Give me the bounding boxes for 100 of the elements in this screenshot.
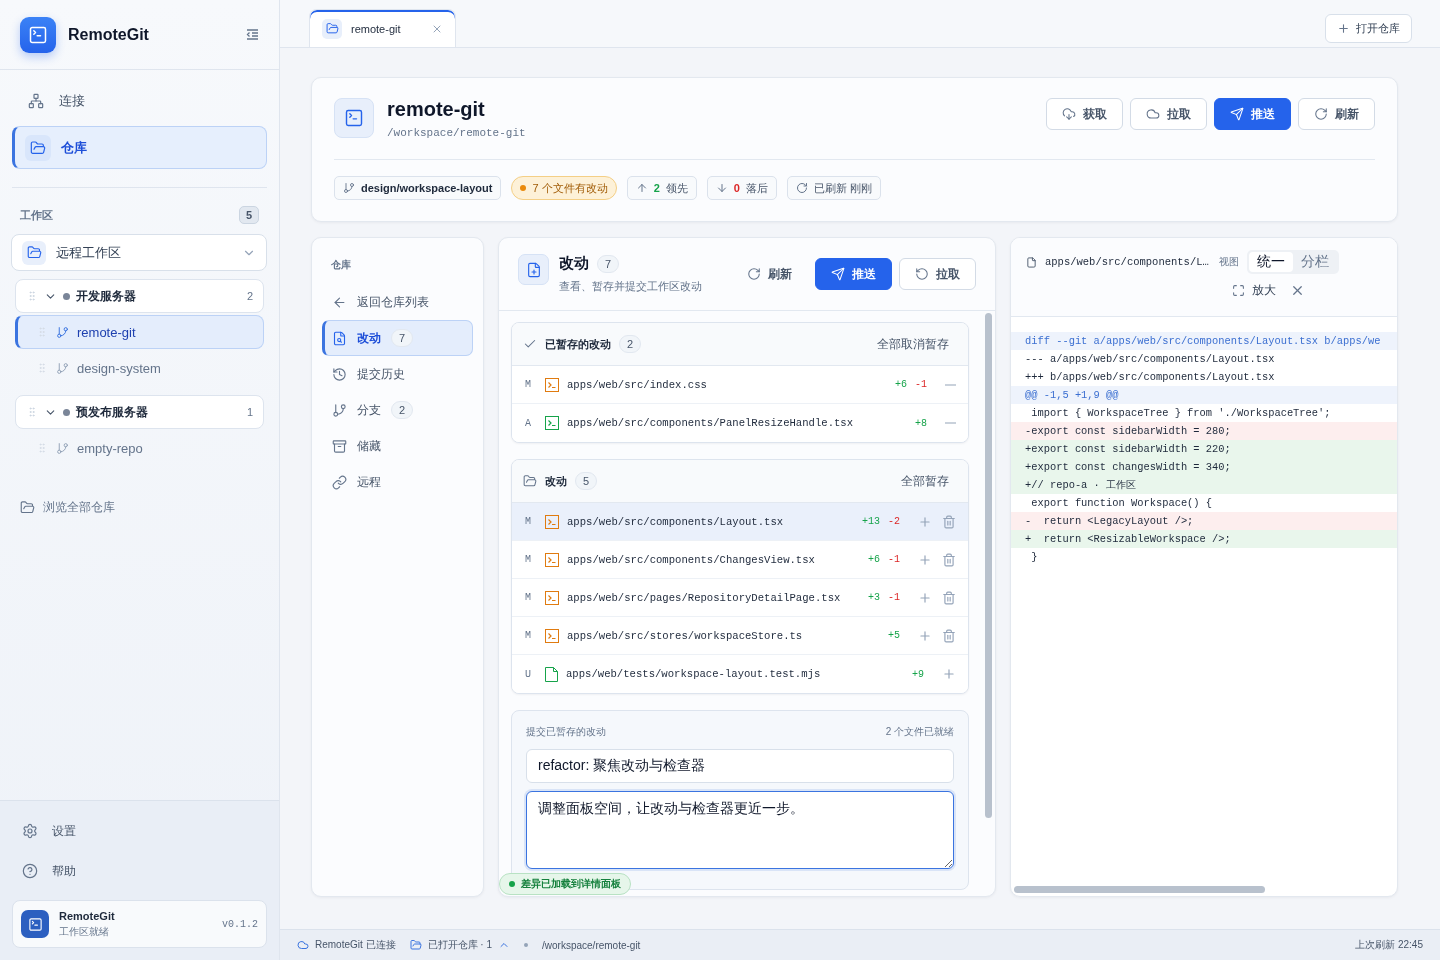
changes-action-button[interactable]: 推送 (815, 258, 892, 290)
trash-icon[interactable] (942, 628, 956, 643)
section-action-link[interactable]: 全部取消暂存 (877, 335, 949, 353)
folder-icon (26, 245, 42, 260)
branch-chip: design/workspace-layout (334, 176, 502, 200)
drag-handle-icon[interactable] (36, 362, 48, 374)
sidebar-footer-link[interactable]: 帮助 (12, 851, 267, 891)
sidebar-footer-link[interactable]: 设置 (12, 811, 267, 851)
app-logo (21, 910, 49, 938)
drag-handle-icon[interactable] (26, 406, 38, 418)
stage-plus-icon[interactable] (918, 514, 932, 529)
trash-icon[interactable] (942, 514, 956, 529)
drag-handle-icon[interactable] (36, 442, 48, 454)
file-status: M (525, 554, 532, 565)
open-repo-button[interactable]: 打开仓库 (1325, 14, 1412, 43)
view-toggle[interactable]: 统一 (1248, 252, 1293, 272)
repo-item[interactable]: empty-repo (15, 431, 264, 465)
commit-description-field[interactable]: 调整面板空间，让改动与检查器更近一步。 (526, 791, 954, 869)
repo-action-button[interactable]: 拉取 (1130, 98, 1207, 130)
scrollbar[interactable] (1014, 886, 1265, 893)
file-row[interactable]: M apps/web/src/stores/workspaceStore.ts +5 (512, 617, 968, 655)
count-badge: 7 (597, 254, 620, 273)
file-path: apps/web/src/index.css (567, 378, 708, 391)
open-repos-status[interactable]: 已打开仓库 · 1 (409, 938, 511, 952)
file-plus-icon (518, 254, 549, 285)
count-badge: 5 (238, 206, 259, 224)
unstage-minus-icon[interactable] (945, 422, 956, 424)
sidebar-nav-item[interactable]: 仓库 (12, 126, 267, 169)
repo-nav-item[interactable]: 储藏 (322, 428, 473, 464)
scrollbar[interactable] (985, 313, 992, 818)
repo-title: remote-git (387, 98, 486, 121)
commit-summary-field[interactable]: refactor: 聚焦改动与检查器 (526, 749, 954, 783)
repo-tab[interactable]: remote-git (309, 9, 456, 47)
repo-nav-item[interactable]: 分支 2 (322, 392, 473, 428)
file-row[interactable]: A apps/web/src/components/PanelResizeHandle.tsx +8 (512, 404, 968, 442)
file-path: apps/web/src/pages/RepositoryDetailPage.tsx (567, 591, 842, 604)
count-badge: 2 (619, 335, 642, 353)
repo-action-button[interactable]: 获取 (1046, 98, 1123, 130)
folder-icon (325, 22, 339, 35)
sidebar-nav-item[interactable]: 连接 (12, 84, 267, 118)
cloud-icon (297, 939, 309, 951)
server-group-row[interactable]: 预发布服务器 1 (15, 395, 264, 429)
ready-count: 2 个文件已就绪 (885, 725, 954, 739)
branch-icon (56, 325, 69, 339)
repo-action-button[interactable]: 刷新 (1298, 98, 1375, 130)
file-icon (1026, 256, 1037, 268)
last-refreshed: 上次刷新 22:45 (1355, 938, 1423, 952)
repo-nav-item[interactable]: 返回仓库列表 (322, 284, 473, 320)
file-search-icon (332, 330, 347, 346)
trash-icon[interactable] (942, 552, 956, 567)
version-label: v0.1.2 (222, 918, 258, 930)
cloud-download-icon (1062, 107, 1076, 121)
repo-action-button[interactable]: 推送 (1214, 98, 1291, 130)
drag-handle-icon[interactable] (26, 290, 38, 302)
removed-count: -1 (888, 554, 900, 565)
view-toggle[interactable]: 分栏 (1292, 252, 1337, 272)
refresh-icon (1314, 107, 1328, 121)
stage-plus-icon[interactable] (942, 667, 956, 681)
expand-button[interactable]: 放大 (1232, 282, 1276, 299)
stage-plus-icon[interactable] (918, 628, 932, 643)
file-status: A (525, 417, 532, 429)
status-dot (63, 408, 70, 416)
added-count: +8 (915, 417, 927, 429)
app-status: 工作区就绪 (59, 924, 110, 939)
repo-item[interactable]: remote-git (15, 315, 264, 349)
browse-all-link[interactable]: 浏览全部仓库 (0, 499, 279, 516)
file-row[interactable]: M apps/web/src/components/ChangesView.tsx +6 -1 (512, 541, 968, 579)
workspace-select[interactable]: 远程工作区 (11, 234, 267, 271)
diff-line: export function Workspace() { (1030, 496, 1214, 511)
trash-icon[interactable] (942, 590, 956, 605)
send-icon (1230, 107, 1244, 121)
file-row[interactable]: U apps/web/tests/workspace-layout.test.mjs +9 (512, 655, 968, 693)
panel-subtitle: 查看、暂存并提交工作区改动 (559, 279, 703, 294)
changes-action-button[interactable]: 拉取 (899, 258, 976, 290)
repo-item[interactable]: design-system (15, 351, 264, 385)
clock-icon (332, 366, 347, 382)
file-row[interactable]: M apps/web/src/pages/RepositoryDetailPage.tsx +3 -1 (512, 579, 968, 617)
stage-plus-icon[interactable] (918, 552, 932, 567)
repo-nav-item[interactable]: 改动 7 (322, 320, 473, 356)
file-row[interactable]: M apps/web/src/components/Layout.tsx +13 -2 (512, 503, 968, 541)
close-icon[interactable] (1290, 283, 1305, 298)
collapse-sidebar-icon[interactable] (246, 29, 259, 40)
network-icon (28, 93, 44, 109)
repo-nav-item[interactable]: 提交历史 (322, 356, 473, 392)
changes-chip: 7 个文件有改动 (511, 176, 617, 200)
panel-label: 仓库 (330, 258, 352, 272)
changes-action-button[interactable]: 刷新 (731, 258, 808, 290)
file-path: apps/web/src/stores/workspaceStore.ts (567, 629, 804, 642)
repo-icon (334, 98, 374, 138)
section-action-link[interactable]: 全部暂存 (901, 472, 949, 490)
file-row[interactable]: M apps/web/src/index.css +6 -1 (512, 366, 968, 404)
branch-icon (343, 182, 355, 194)
unstage-minus-icon[interactable] (945, 383, 956, 386)
stage-plus-icon[interactable] (918, 590, 932, 605)
added-count: +6 (894, 379, 907, 390)
refresh-chip: 已刷新 刚刚 (786, 176, 881, 200)
added-count: +3 (867, 592, 880, 603)
repo-nav-item[interactable]: 远程 (322, 464, 473, 500)
status-dot (63, 292, 70, 300)
server-group-row[interactable]: 开发服务器 2 (15, 279, 264, 313)
